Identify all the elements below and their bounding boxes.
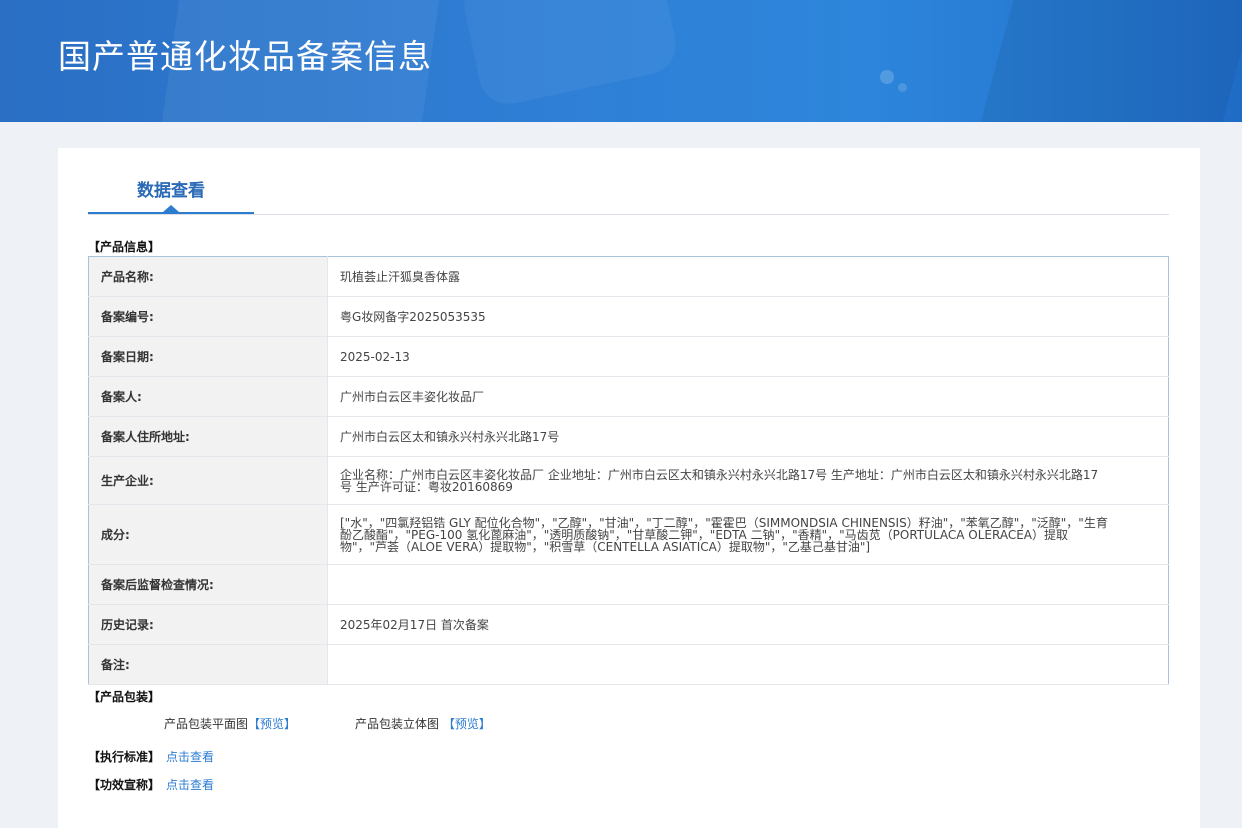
table-row: 成分: ["水"，"四氯羟铝锆 GLY 配位化合物"，"乙醇"，"甘油"，"丁二… xyxy=(88,504,1169,565)
row-label: 成分: xyxy=(88,504,328,565)
section-efficacy: 【功效宣称】 xyxy=(88,778,161,792)
content-card: 数据查看 【产品信息】 产品名称: 玑植荟止汗狐臭香体露 备案编号: 粤G妆网备… xyxy=(58,148,1200,828)
section-packaging: 【产品包装】 xyxy=(88,690,161,704)
row-label: 备注: xyxy=(88,644,328,685)
row-value: 玑植荟止汗狐臭香体露 xyxy=(327,256,1169,297)
tab-bar: 数据查看 xyxy=(88,148,1169,215)
row-label: 备案日期: xyxy=(88,336,328,377)
tab-label: 数据查看 xyxy=(137,181,205,201)
tab-data-view[interactable]: 数据查看 xyxy=(88,148,254,214)
product-info-table: 产品名称: 玑植荟止汗狐臭香体露 备案编号: 粤G妆网备字2025053535 … xyxy=(88,256,1169,685)
packaging-flat-preview-link[interactable]: 【预览】 xyxy=(248,717,296,731)
banner-decoration xyxy=(978,0,1242,122)
row-value: 广州市白云区丰姿化妆品厂 xyxy=(327,376,1169,417)
row-value: 广州市白云区太和镇永兴村永兴北路17号 xyxy=(327,416,1169,457)
table-row: 备案人住所地址: 广州市白云区太和镇永兴村永兴北路17号 xyxy=(88,416,1169,457)
row-label: 备案人: xyxy=(88,376,328,417)
banner-decoration xyxy=(898,83,907,92)
row-label: 历史记录: xyxy=(88,604,328,645)
header-banner: 国产普通化妆品备案信息 xyxy=(0,0,1242,122)
packaging-solid: 产品包装立体图 【预览】 xyxy=(355,715,491,732)
packaging-solid-preview-link[interactable]: 【预览】 xyxy=(443,717,491,731)
table-row: 备案后监督检查情况: xyxy=(88,564,1169,605)
banner-decoration xyxy=(880,70,894,84)
section-standard: 【执行标准】 xyxy=(88,750,161,764)
row-value: 2025年02月17日 首次备案 xyxy=(327,604,1169,645)
row-label: 备案人住所地址: xyxy=(88,416,328,457)
active-tab-indicator xyxy=(163,205,179,212)
row-value: 粤G妆网备字2025053535 xyxy=(327,296,1169,337)
row-label: 备案编号: xyxy=(88,296,328,337)
table-row: 备案编号: 粤G妆网备字2025053535 xyxy=(88,296,1169,337)
row-value: ["水"，"四氯羟铝锆 GLY 配位化合物"，"乙醇"，"甘油"，"丁二醇"，"… xyxy=(327,504,1169,565)
banner-decoration xyxy=(458,0,682,110)
table-row: 备案日期: 2025-02-13 xyxy=(88,336,1169,377)
standard-row: 【执行标准】 点击查看 xyxy=(88,748,214,765)
table-row: 生产企业: 企业名称：广州市白云区丰姿化妆品厂 企业地址：广州市白云区太和镇永兴… xyxy=(88,456,1169,505)
table-row: 产品名称: 玑植荟止汗狐臭香体露 xyxy=(88,256,1169,297)
efficacy-row: 【功效宣称】 点击查看 xyxy=(88,776,214,793)
efficacy-view-link[interactable]: 点击查看 xyxy=(166,778,214,792)
packaging-flat: 产品包装平面图【预览】 xyxy=(164,715,296,732)
packaging-flat-label: 产品包装平面图 xyxy=(164,717,249,731)
row-label: 生产企业: xyxy=(88,456,328,505)
standard-view-link[interactable]: 点击查看 xyxy=(166,750,214,764)
row-label: 备案后监督检查情况: xyxy=(88,564,328,605)
row-value: 2025-02-13 xyxy=(327,336,1169,377)
section-product-info: 【产品信息】 xyxy=(88,240,161,254)
table-row: 备案人: 广州市白云区丰姿化妆品厂 xyxy=(88,376,1169,417)
row-label: 产品名称: xyxy=(88,256,328,297)
row-value: 企业名称：广州市白云区丰姿化妆品厂 企业地址：广州市白云区太和镇永兴村永兴北路1… xyxy=(327,456,1169,505)
table-row: 备注: xyxy=(88,644,1169,685)
packaging-solid-label: 产品包装立体图 xyxy=(355,717,440,731)
row-value xyxy=(327,564,1169,605)
table-row: 历史记录: 2025年02月17日 首次备案 xyxy=(88,604,1169,645)
row-value xyxy=(327,644,1169,685)
page-title: 国产普通化妆品备案信息 xyxy=(58,37,432,76)
